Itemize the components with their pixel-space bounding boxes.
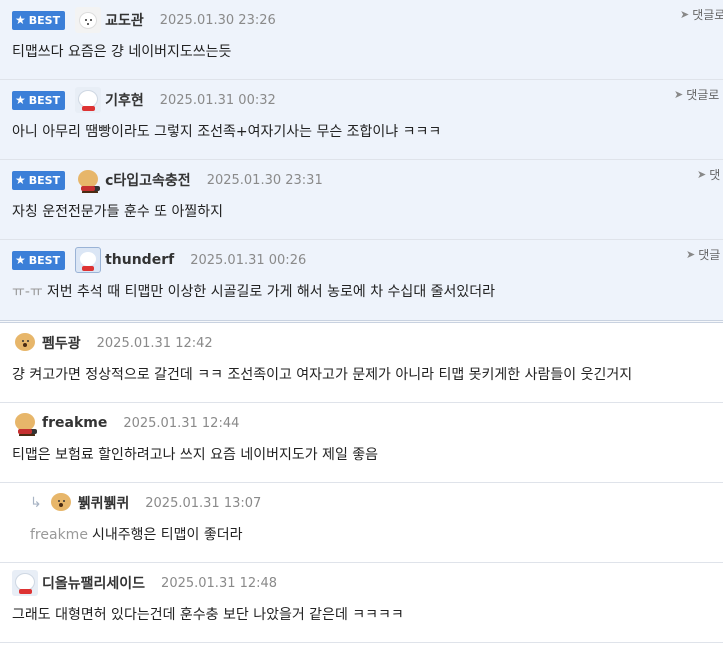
comment-text: 자칭 운전전문가들 훈수 또 아찔하지	[12, 204, 223, 220]
avatar[interactable]	[48, 490, 74, 516]
comment-text: 그래도 대형면허 있다는건데 훈수충 보단 나았을거 같은데 ㅋㅋㅋㅋ	[12, 607, 404, 623]
comment-text: 티맵은 보험료 할인하려고나 쓰지 요즘 네이버지도가 제일 좋음	[12, 447, 379, 463]
reply-comment: ↳ 뷁퀴뷁퀴 2025.01.31 13:07 freakme 시내주행은 티맵이…	[0, 483, 723, 563]
send-icon: ➤	[674, 88, 684, 101]
comment-text: 아니 아무리 땜빵이라도 그렇지 조선족+여자기사는 무슨 조합이냐 ㅋㅋㅋ	[12, 124, 442, 140]
send-icon: ➤	[686, 248, 696, 261]
author-name[interactable]: 디올뉴팰리세이드	[42, 573, 145, 593]
comment-date: 2025.01.31 00:26	[190, 252, 307, 268]
comment: 디올뉴팰리세이드 2025.01.31 12:48 그래도 대형면허 있다는건데…	[0, 563, 723, 643]
comment-date: 2025.01.30 23:26	[159, 12, 276, 28]
comment-header: freakme 2025.01.31 12:44	[12, 411, 239, 435]
star-icon: ★	[15, 13, 26, 27]
comment-header: ★ BEST thunderf 2025.01.31 00:26	[12, 247, 307, 273]
comment-text: 티맵쓰다 요즘은 걍 네이버지도쓰는듯	[12, 44, 232, 60]
author-name[interactable]: 교도관	[105, 10, 144, 30]
reply-link[interactable]: ➤ 댓글로	[674, 86, 719, 103]
avatar[interactable]	[12, 330, 38, 356]
reply-link[interactable]: ➤ 댓	[697, 166, 720, 183]
author-name[interactable]: thunderf	[105, 252, 174, 268]
comment-date: 2025.01.31 12:44	[123, 415, 240, 431]
star-icon: ★	[15, 173, 26, 187]
comment: 펨두광 2025.01.31 12:42 걍 켜고가면 정상적으로 갈건데 ㅋㅋ…	[0, 323, 723, 403]
best-badge: ★ BEST	[12, 10, 66, 30]
comment-header: 펨두광 2025.01.31 12:42	[12, 331, 213, 355]
author-name[interactable]: 펨두광	[42, 333, 81, 353]
best-badge: ★ BEST	[12, 170, 66, 190]
best-comment: ★ BEST c타입고속충전 2025.01.30 23:31 ➤ 댓 자칭 운전전…	[0, 160, 723, 240]
reply-link[interactable]: ➤ 댓글로	[680, 6, 723, 23]
comment-header: ★ BEST c타입고속충전 2025.01.30 23:31	[12, 168, 323, 192]
reply-arrow-icon: ↳	[30, 495, 42, 511]
reply-link[interactable]: ➤ 댓글	[686, 246, 720, 263]
comment-header: ↳ 뷁퀴뷁퀴 2025.01.31 13:07	[30, 491, 261, 515]
avatar[interactable]	[75, 167, 101, 193]
comment-date: 2025.01.31 12:48	[161, 575, 278, 591]
mention-link[interactable]: freakme	[30, 527, 88, 543]
send-icon: ➤	[680, 8, 690, 21]
comment-header: 디올뉴팰리세이드 2025.01.31 12:48	[12, 570, 278, 596]
comment-text: ㅠ-ㅠ 저번 추석 때 티맵만 이상한 시골길로 가게 해서 농로에 차 수십대 …	[12, 284, 496, 300]
comment: freakme 2025.01.31 12:44 티맵은 보험료 할인하려고나 …	[0, 403, 723, 483]
comment-date: 2025.01.31 00:32	[159, 92, 276, 108]
avatar[interactable]	[12, 570, 38, 596]
best-comment: ★ BEST 기후현 2025.01.31 00:32 ➤ 댓글로 아니 아무리 땜…	[0, 80, 723, 160]
star-icon: ★	[15, 93, 26, 107]
avatar[interactable]	[75, 247, 102, 273]
avatar[interactable]	[12, 410, 38, 436]
comment-header: ★ BEST 기후현 2025.01.31 00:32	[12, 87, 276, 113]
author-name[interactable]: 뷁퀴뷁퀴	[78, 493, 130, 513]
comment-date: 2025.01.30 23:31	[206, 172, 323, 188]
best-badge: ★ BEST	[12, 90, 66, 110]
comment-date: 2025.01.31 12:42	[96, 335, 213, 351]
avatar[interactable]	[75, 7, 102, 33]
comment-header: ★ BEST 교도관 2025.01.30 23:26	[12, 7, 276, 33]
comment-date: 2025.01.31 13:07	[145, 495, 262, 511]
best-comment: ★ BEST thunderf 2025.01.31 00:26 ➤ 댓글 ㅠ-ㅠ 저…	[0, 240, 723, 320]
comment-text: 걍 켜고가면 정상적으로 갈건데 ㅋㅋ 조선족이고 여자고가 문제가 아니라 티…	[12, 367, 633, 383]
comment-list: ★ BEST 교도관 2025.01.30 23:26 ➤ 댓글로 티맵쓰다 요즘은…	[0, 0, 723, 643]
author-name[interactable]: c타입고속충전	[105, 170, 191, 190]
avatar[interactable]	[75, 87, 102, 113]
star-icon: ★	[15, 253, 26, 267]
author-name[interactable]: freakme	[42, 415, 107, 431]
send-icon: ➤	[697, 168, 707, 181]
best-badge: ★ BEST	[12, 250, 66, 270]
author-name[interactable]: 기후현	[105, 90, 144, 110]
comment-text: freakme 시내주행은 티맵이 좋더라	[30, 527, 243, 543]
best-comment: ★ BEST 교도관 2025.01.30 23:26 ➤ 댓글로 티맵쓰다 요즘은…	[0, 0, 723, 80]
emote-text: ㅠ-ㅠ	[12, 284, 43, 300]
